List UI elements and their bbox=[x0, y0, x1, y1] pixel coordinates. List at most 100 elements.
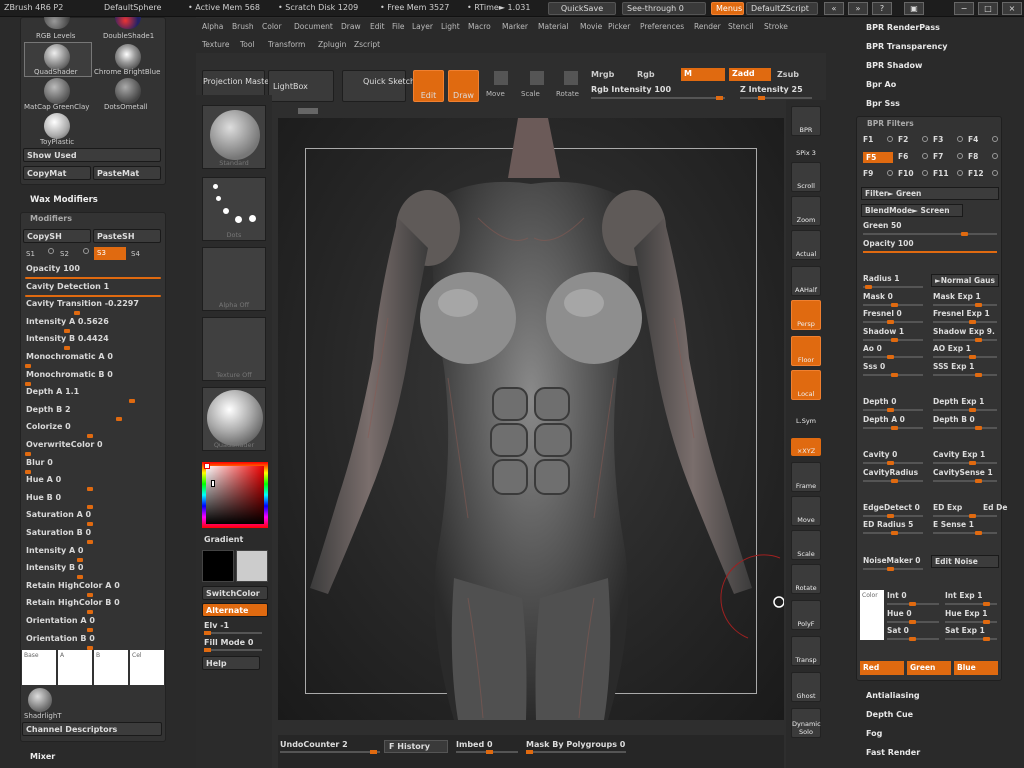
slider-knob[interactable] bbox=[87, 628, 94, 632]
modifier-slider[interactable]: Hue A 0 bbox=[23, 474, 163, 492]
primary-color-swatch[interactable] bbox=[202, 550, 234, 582]
filter-f3-button[interactable]: F3 bbox=[933, 135, 943, 144]
radio-icon[interactable] bbox=[957, 153, 963, 159]
modifier-slider[interactable]: Cavity Detection 1 bbox=[23, 281, 163, 298]
slider-knob[interactable] bbox=[975, 303, 982, 307]
filter-f8-button[interactable]: F8 bbox=[968, 152, 978, 161]
quicksave-button[interactable]: QuickSave bbox=[548, 2, 616, 15]
menu-stencil[interactable]: Stencil bbox=[728, 22, 753, 31]
slider-knob[interactable] bbox=[983, 602, 990, 606]
modifier-slider[interactable]: Retain HighColor A 0 bbox=[23, 580, 163, 597]
slider-knob[interactable] bbox=[975, 531, 982, 535]
modifier-slider[interactable]: Depth A 1.1 bbox=[23, 386, 163, 404]
menu-color[interactable]: Color bbox=[262, 22, 282, 31]
menu-material[interactable]: Material bbox=[538, 22, 568, 31]
menu-alpha[interactable]: Alpha bbox=[202, 22, 223, 31]
material-matcap-greenclay[interactable] bbox=[44, 78, 70, 104]
shelf-button-ghost[interactable]: Ghost bbox=[791, 672, 821, 702]
undo-counter[interactable]: UndoCounter 2 bbox=[280, 740, 348, 749]
normal-gauss-dropdown[interactable]: ►Normal Gaus bbox=[931, 274, 999, 287]
bpr-param[interactable]: ED Radius 5 bbox=[863, 520, 913, 529]
slider-knob[interactable] bbox=[526, 750, 533, 754]
radio-icon[interactable] bbox=[887, 136, 893, 142]
radio-icon[interactable] bbox=[922, 170, 928, 176]
s1-button[interactable]: S1 bbox=[26, 250, 35, 258]
menu-tool[interactable]: Tool bbox=[240, 40, 255, 49]
menu-light[interactable]: Light bbox=[441, 22, 460, 31]
copysh-button[interactable]: CopySH bbox=[23, 229, 91, 243]
shelf-button-move[interactable]: Move bbox=[791, 496, 821, 526]
filter-f2-button[interactable]: F2 bbox=[898, 135, 908, 144]
default-zscript-button[interactable]: DefaultZScript bbox=[746, 2, 818, 15]
bpr-param[interactable]: Ed De bbox=[983, 503, 1007, 512]
pastemat-button[interactable]: PasteMat bbox=[93, 166, 161, 180]
channel-descriptors-button[interactable]: Channel Descriptors bbox=[22, 722, 162, 736]
anatomy-model[interactable] bbox=[278, 118, 784, 720]
material-tile[interactable]: QuadShader bbox=[202, 387, 266, 451]
shelf-button-persp[interactable]: Persp bbox=[791, 300, 821, 330]
bpr-param[interactable]: Sss 0 bbox=[863, 362, 885, 371]
slider-knob[interactable] bbox=[969, 355, 976, 359]
slider-knob[interactable] bbox=[87, 504, 94, 509]
slider-knob[interactable] bbox=[891, 303, 898, 307]
slider-knob[interactable] bbox=[758, 96, 765, 100]
filter-f6-button[interactable]: F6 bbox=[898, 152, 908, 161]
color-param[interactable]: Int 0 bbox=[887, 591, 907, 600]
draw-button[interactable]: Draw bbox=[448, 70, 479, 102]
green-slider[interactable]: Green 50 bbox=[863, 221, 901, 230]
slider-knob[interactable] bbox=[887, 320, 894, 324]
shelf-button-rotate[interactable]: Rotate bbox=[791, 564, 821, 594]
gradient-label[interactable]: Gradient bbox=[204, 535, 243, 544]
edit-button[interactable]: Edit bbox=[413, 70, 444, 102]
menu-file[interactable]: File bbox=[392, 22, 405, 31]
main-color-swatch[interactable] bbox=[204, 463, 210, 469]
modifier-slider[interactable]: Depth B 2 bbox=[23, 404, 163, 421]
z-intensity-slider[interactable]: Z Intensity 25 bbox=[740, 85, 803, 94]
show-used-button[interactable]: Show Used bbox=[23, 148, 161, 162]
bpr-param[interactable]: Mask Exp 1 bbox=[933, 292, 981, 301]
menu-document[interactable]: Document bbox=[294, 22, 333, 31]
modifier-slider[interactable]: Blur 0 bbox=[23, 457, 163, 474]
noisemaker-slider[interactable]: NoiseMaker 0 bbox=[863, 556, 920, 565]
shelf-button-floor[interactable]: Floor bbox=[791, 336, 821, 366]
bpr-renderpass-title[interactable]: BPR RenderPass bbox=[866, 23, 940, 32]
alternate-button[interactable]: Alternate bbox=[202, 603, 268, 617]
slider-knob[interactable] bbox=[87, 434, 94, 439]
zsub-button[interactable]: Zsub bbox=[777, 70, 799, 79]
radio-icon[interactable] bbox=[83, 248, 89, 254]
modifier-slider[interactable]: Monochromatic B 0 bbox=[23, 369, 163, 386]
bpr-param[interactable]: Fresnel 0 bbox=[863, 309, 902, 318]
slider-knob[interactable] bbox=[129, 399, 135, 404]
channel-b[interactable]: B bbox=[94, 650, 128, 685]
help-button[interactable]: Help bbox=[202, 656, 260, 670]
shelf-button-scroll[interactable]: Scroll bbox=[791, 162, 821, 192]
slider-knob[interactable] bbox=[975, 373, 982, 377]
move-button[interactable]: Move bbox=[486, 90, 505, 98]
color-param[interactable]: Hue Exp 1 bbox=[945, 609, 987, 618]
help-icon[interactable]: ? bbox=[872, 2, 892, 15]
panel-right-icon[interactable]: » bbox=[848, 2, 868, 15]
mask-by-polygroups-slider[interactable]: Mask By Polygroups 0 bbox=[526, 740, 625, 749]
close-icon[interactable]: × bbox=[1002, 2, 1022, 15]
shelf-button-spix-3[interactable]: SPix 3 bbox=[791, 140, 821, 158]
slider-knob[interactable] bbox=[891, 479, 898, 483]
modifier-slider[interactable]: Saturation A 0 bbox=[23, 509, 163, 527]
alpha-tile[interactable]: Alpha Off bbox=[202, 247, 266, 311]
slider-knob[interactable] bbox=[983, 620, 990, 624]
opacity-slider[interactable]: Opacity 100 bbox=[863, 239, 914, 248]
bpr-param[interactable]: CavityRadius bbox=[863, 468, 918, 477]
quick-sketch-button[interactable]: Quick Sketch bbox=[342, 70, 415, 102]
filter-f12-button[interactable]: F12 bbox=[968, 169, 984, 178]
m-button[interactable]: M bbox=[681, 68, 725, 81]
slider-knob[interactable] bbox=[87, 610, 94, 615]
bpr-param[interactable]: SSS Exp 1 bbox=[933, 362, 974, 371]
lightbox-button[interactable]: LightBox bbox=[268, 70, 334, 102]
filter-f5-button[interactable]: F5 bbox=[863, 152, 893, 163]
material-quadshader[interactable] bbox=[44, 44, 70, 70]
radio-icon[interactable] bbox=[992, 153, 998, 159]
elv-slider[interactable]: Elv -1 bbox=[204, 621, 229, 630]
bpr-param[interactable]: EdgeDetect 0 bbox=[863, 503, 920, 512]
slider-knob[interactable] bbox=[975, 479, 982, 483]
modifier-slider[interactable]: Intensity A 0 bbox=[23, 545, 163, 562]
radio-icon[interactable] bbox=[887, 170, 893, 176]
